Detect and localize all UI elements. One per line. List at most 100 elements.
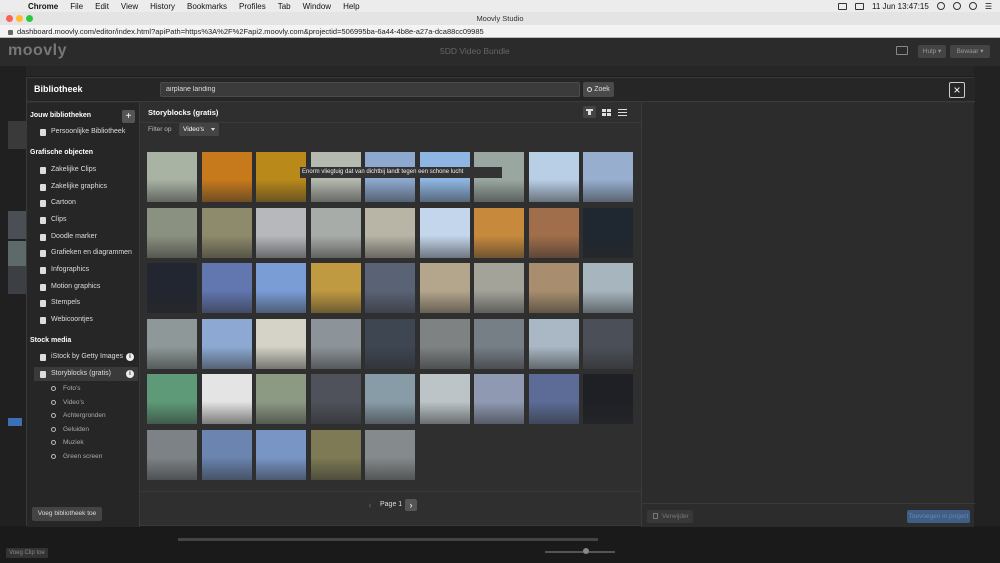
menu-bookmarks[interactable]: Bookmarks [187, 2, 227, 11]
add-clip-button[interactable]: Voeg Clip toe [6, 548, 48, 558]
sub-item-achtergronden[interactable]: Achtergronden [50, 410, 106, 422]
video-thumbnail[interactable] [201, 429, 252, 480]
maximize-window-button[interactable] [26, 15, 33, 22]
close-modal-button[interactable]: × [949, 82, 965, 98]
video-thumbnail[interactable] [201, 207, 252, 258]
delete-button[interactable]: Verwijder [647, 510, 693, 523]
sidebar-item-storyblocks[interactable]: Storyblocks (gratis) i [34, 367, 138, 381]
info-icon[interactable]: i [126, 353, 134, 361]
video-thumbnail[interactable] [310, 318, 361, 369]
video-thumbnail[interactable] [528, 263, 579, 313]
video-thumbnail[interactable] [201, 318, 252, 369]
sidebar-item-grafieken[interactable]: Grafieken en diagrammen [34, 246, 138, 260]
video-thumbnail[interactable] [419, 318, 470, 369]
sidebar-item-clips[interactable]: Clips [34, 213, 138, 227]
menu-tab[interactable]: Tab [278, 2, 291, 11]
menu-file[interactable]: File [70, 2, 83, 11]
address-bar[interactable]: dashboard.moovly.com/editor/index.html?a… [0, 25, 1000, 38]
video-thumbnail[interactable] [147, 429, 197, 480]
video-thumbnail[interactable] [528, 318, 579, 369]
video-thumbnail[interactable] [528, 207, 579, 258]
video-thumbnail[interactable] [310, 263, 361, 313]
video-thumbnail[interactable] [365, 207, 415, 258]
sidebar-item-zakelijke-clips[interactable]: Zakelijke Clips [34, 163, 138, 177]
video-thumbnail[interactable] [256, 318, 306, 369]
video-thumbnail[interactable] [583, 152, 633, 202]
video-thumbnail[interactable] [256, 152, 306, 202]
video-thumbnail[interactable] [201, 263, 252, 313]
video-thumbnail[interactable] [583, 318, 633, 369]
editor-blue-button[interactable] [8, 418, 22, 426]
sidebar-item-istock[interactable]: iStock by Getty Images i [34, 350, 138, 364]
video-thumbnail[interactable] [474, 207, 524, 258]
menubar-clock[interactable]: 11 Jun 13:47:15 [872, 2, 929, 11]
sub-item-muziek[interactable]: Muziek [50, 437, 84, 449]
sub-item-green-screen[interactable]: Green screen [50, 451, 102, 463]
sidebar-item-doodle-marker[interactable]: Doodle marker [34, 230, 138, 244]
search-input[interactable] [160, 82, 580, 97]
video-thumbnail[interactable] [201, 152, 252, 202]
previous-page-button[interactable]: ‹ [364, 499, 376, 511]
video-thumbnail[interactable] [256, 429, 306, 480]
menu-profiles[interactable]: Profiles [239, 2, 266, 11]
video-thumbnail[interactable] [583, 263, 633, 313]
video-thumbnail[interactable] [201, 374, 252, 424]
video-thumbnail[interactable] [310, 207, 361, 258]
media-type-select[interactable]: Video's [179, 123, 219, 136]
next-page-button[interactable]: › [405, 499, 417, 511]
menu-window[interactable]: Window [303, 2, 331, 11]
monitor-icon[interactable] [896, 46, 908, 55]
moovly-logo[interactable]: moovly [8, 42, 67, 60]
video-thumbnail[interactable] [147, 207, 197, 258]
video-thumbnail[interactable] [474, 318, 524, 369]
sidebar-item-motion-graphics[interactable]: Motion graphics [34, 280, 138, 294]
video-thumbnail[interactable] [419, 263, 470, 313]
sidebar-item-webicoontjes[interactable]: Webicoontjes [34, 313, 138, 327]
wifi-icon[interactable] [952, 2, 961, 10]
control-center-icon[interactable]: ☰ [985, 2, 992, 11]
video-thumbnail[interactable] [583, 207, 633, 258]
menu-view[interactable]: View [121, 2, 138, 11]
menu-app-name[interactable]: Chrome [28, 2, 58, 11]
project-title[interactable]: 5DD Video Bundle [440, 46, 510, 56]
sub-item-geluiden[interactable]: Geluiden [50, 424, 89, 436]
sidebar-item-infographics[interactable]: Infographics [34, 263, 138, 277]
video-thumbnail[interactable] [528, 152, 579, 202]
video-thumbnail[interactable] [256, 207, 306, 258]
video-thumbnail[interactable] [310, 429, 361, 480]
sidebar-item-cartoon[interactable]: Cartoon [34, 196, 138, 210]
video-thumbnail[interactable] [256, 374, 306, 424]
help-button[interactable]: Hulp ▾ [918, 45, 946, 58]
video-thumbnail[interactable] [419, 207, 470, 258]
menu-edit[interactable]: Edit [95, 2, 109, 11]
video-thumbnail[interactable] [474, 374, 524, 424]
timeline-scrollbar[interactable] [178, 538, 598, 541]
battery-icon[interactable] [855, 2, 865, 10]
zoom-slider-handle[interactable] [583, 548, 589, 554]
info-icon[interactable]: i [126, 370, 134, 378]
save-button[interactable]: Bewaar ▾ [950, 45, 990, 58]
zoom-slider[interactable] [545, 551, 615, 553]
add-library-button[interactable]: Voeg bibliotheek toe [32, 507, 102, 521]
minimize-window-button[interactable] [16, 15, 23, 22]
menu-history[interactable]: History [150, 2, 175, 11]
menu-help[interactable]: Help [343, 2, 359, 11]
video-thumbnail[interactable] [583, 374, 633, 424]
search-icon[interactable] [968, 2, 977, 10]
video-thumbnail[interactable] [147, 152, 197, 202]
status-icon[interactable] [936, 2, 945, 10]
video-thumbnail[interactable] [256, 263, 306, 313]
video-thumbnail[interactable] [365, 429, 415, 480]
video-thumbnail[interactable] [419, 374, 470, 424]
video-thumbnail[interactable] [365, 263, 415, 313]
video-thumbnail[interactable] [147, 318, 197, 369]
sidebar-item-personal-library[interactable]: Persoonlijke Bibliotheek [34, 125, 138, 139]
sidebar-item-zakelijke-graphics[interactable]: Zakelijke graphics [34, 180, 138, 194]
display-icon[interactable] [838, 2, 848, 10]
video-thumbnail[interactable] [147, 263, 197, 313]
video-thumbnail[interactable] [365, 318, 415, 369]
add-to-project-button[interactable]: Toevoegen in project [907, 510, 970, 523]
url-text[interactable]: dashboard.moovly.com/editor/index.html?a… [17, 27, 484, 36]
list-view-button[interactable] [616, 106, 629, 118]
sub-item-videos[interactable]: Video's [50, 397, 84, 409]
